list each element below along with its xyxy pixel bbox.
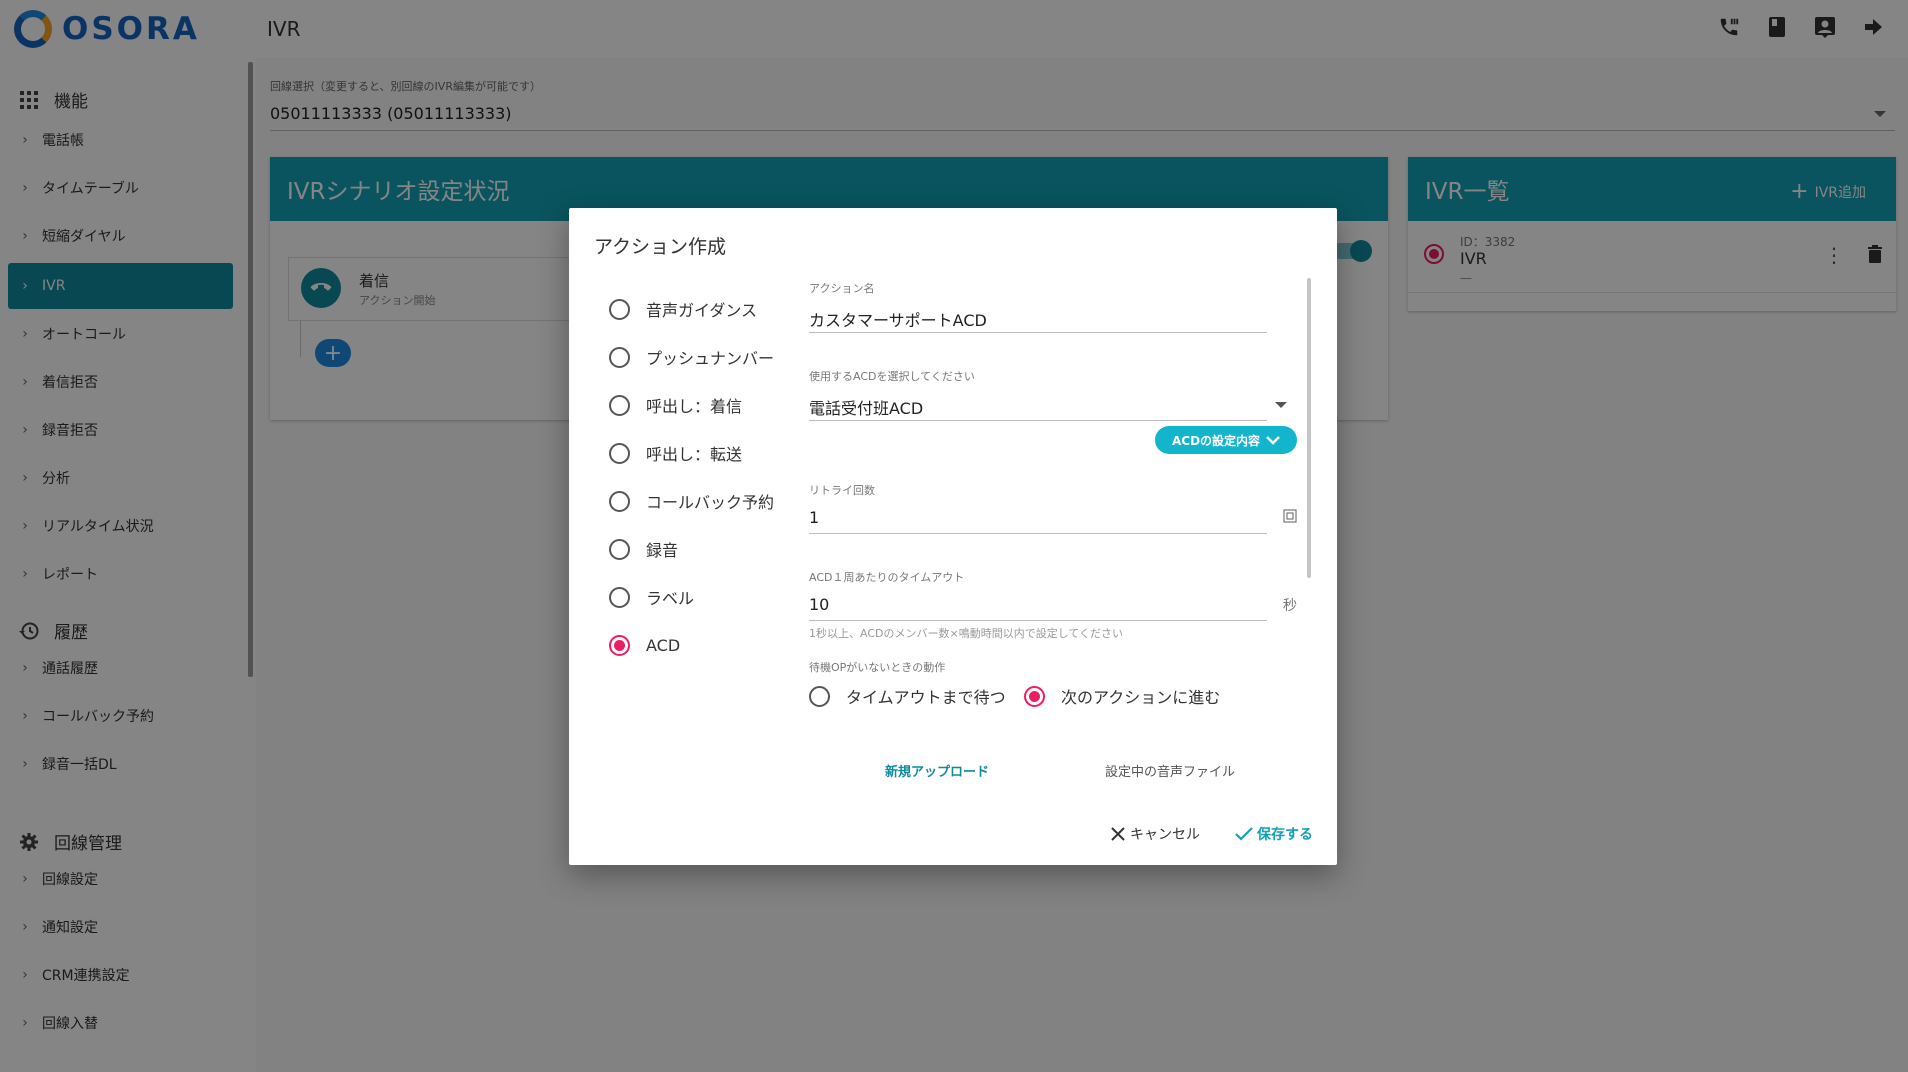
action-name-input[interactable]: カスタマーサポートACD: [809, 307, 987, 331]
radio-circle: [609, 442, 630, 464]
close-icon: [1111, 827, 1125, 841]
timeout-underline: [809, 620, 1267, 621]
retry-input[interactable]: 1: [809, 508, 819, 527]
radio-circle-selected: [1024, 685, 1045, 707]
acd-select[interactable]: 電話受付班ACD: [809, 395, 923, 419]
action-name-label: アクション名: [809, 282, 875, 295]
radio-circle: [809, 685, 830, 707]
radio-circle: [609, 346, 630, 368]
save-button[interactable]: 保存する: [1235, 824, 1313, 844]
number-stepper-icon[interactable]: [1283, 509, 1297, 527]
acd-settings-button[interactable]: ACDの設定内容: [1155, 426, 1297, 454]
radio-circle: [609, 586, 630, 608]
current-audio-file-tab[interactable]: 設定中の音声ファイル: [1105, 761, 1235, 780]
acd-select-underline: [809, 420, 1267, 421]
dialog-scrollbar[interactable]: [1307, 278, 1311, 578]
timeout-hint: 1秒以上、ACDのメンバー数×鳴動時間以内で設定してください: [809, 627, 1124, 640]
timeout-unit: 秒: [1283, 598, 1297, 614]
radio-label[interactable]: ラベル: [609, 582, 694, 612]
timeout-input[interactable]: 10: [809, 595, 829, 614]
chevron-down-icon: [1266, 436, 1280, 445]
radio-acd[interactable]: ACD: [609, 630, 680, 660]
no-operator-label: 待機OPがいないときの動作: [809, 661, 946, 674]
action-create-dialog: アクション作成 音声ガイダンス プッシュナンバー 呼出し：着信 呼出し：転送 コ…: [569, 208, 1337, 865]
radio-callback-reservation[interactable]: コールバック予約: [609, 486, 774, 516]
radio-voice-guidance[interactable]: 音声ガイダンス: [609, 294, 757, 324]
new-upload-button[interactable]: 新規アップロード: [885, 761, 989, 780]
action-name-underline: [809, 332, 1267, 333]
radio-next-action[interactable]: 次のアクションに進む: [1024, 681, 1220, 711]
radio-recording[interactable]: 録音: [609, 534, 678, 564]
radio-circle: [609, 538, 630, 560]
radio-call-transfer[interactable]: 呼出し：転送: [609, 438, 742, 468]
check-icon: [1235, 827, 1253, 841]
dialog-title: アクション作成: [594, 236, 727, 258]
retry-underline: [809, 533, 1267, 534]
radio-wait-timeout[interactable]: タイムアウトまで待つ: [809, 681, 1006, 711]
radio-circle: [609, 490, 630, 512]
radio-push-number[interactable]: プッシュナンバー: [609, 342, 774, 372]
cancel-button[interactable]: キャンセル: [1110, 824, 1200, 844]
radio-circle: [609, 394, 630, 416]
radio-circle: [609, 298, 630, 320]
radio-circle-selected: [609, 634, 630, 656]
retry-label: リトライ回数: [809, 484, 875, 497]
caret-down-icon[interactable]: [1275, 402, 1287, 408]
radio-call-incoming[interactable]: 呼出し：着信: [609, 390, 742, 420]
acd-select-label: 使用するACDを選択してください: [809, 370, 975, 383]
timeout-label: ACD１周あたりのタイムアウト: [809, 571, 965, 584]
